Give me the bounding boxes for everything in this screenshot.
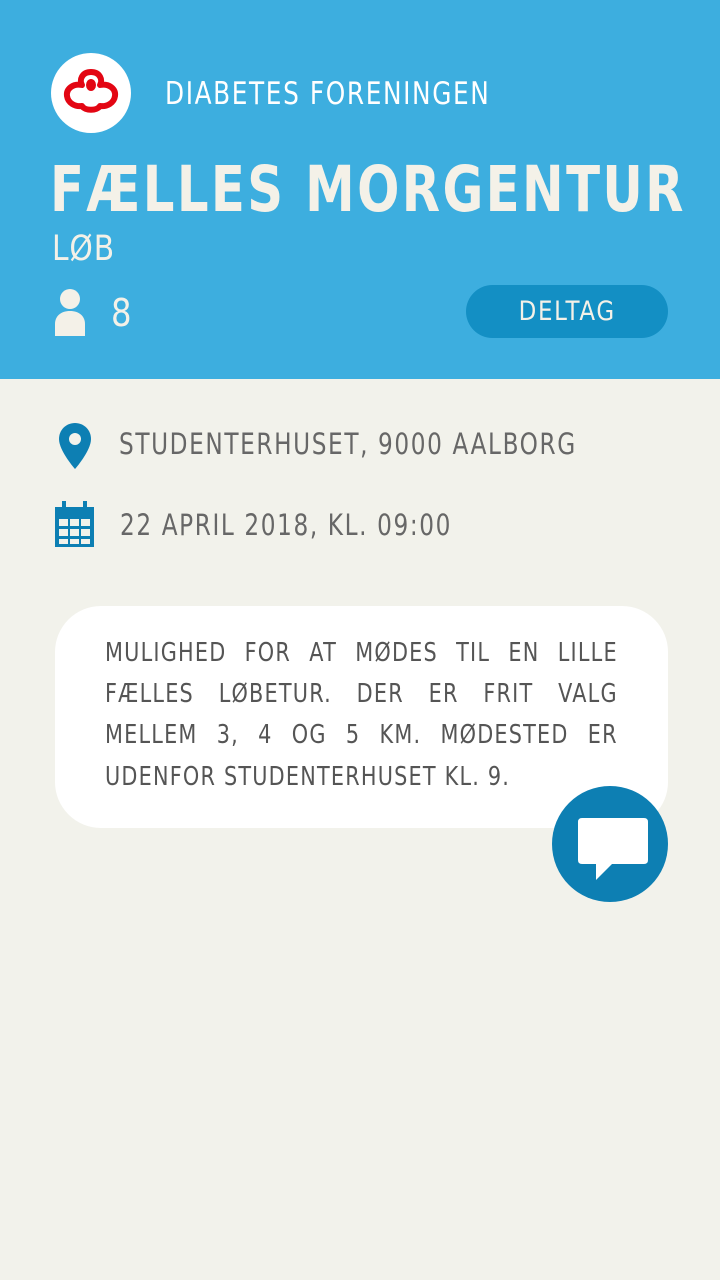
event-datetime: 22 APRIL 2018, KL. 09:00 <box>120 508 452 542</box>
person-icon <box>55 289 85 336</box>
event-header: DIABETES FORENINGEN FÆLLES MORGENTUR LØB… <box>0 0 720 379</box>
organization-logo <box>51 53 131 133</box>
join-button-label: DELTAG <box>518 296 616 327</box>
participant-count: 8 <box>111 291 132 335</box>
diabetes-foreningen-logo-icon <box>63 69 119 113</box>
event-activity-type: LØB <box>52 229 115 269</box>
chat-bubble-icon <box>578 818 648 880</box>
calendar-icon <box>55 501 94 547</box>
chat-button[interactable] <box>552 786 668 902</box>
description-line: MELLEM 3, 4 OG 5 KM. MØDESTED ER <box>105 720 618 750</box>
map-pin-icon <box>59 423 91 469</box>
join-button[interactable]: DELTAG <box>466 285 668 338</box>
description-line: FÆLLES LØBETUR. DER ER FRIT VALG <box>105 679 618 709</box>
event-title: FÆLLES MORGENTUR <box>50 153 686 226</box>
event-location: STUDENTERHUSET, 9000 AALBORG <box>119 427 577 461</box>
description-line: MULIGHED FOR AT MØDES TIL EN LILLE <box>105 638 618 668</box>
organization-name: DIABETES FORENINGEN <box>165 76 491 112</box>
description-line: UDENFOR STUDENTERHUSET KL. 9. <box>105 762 511 792</box>
